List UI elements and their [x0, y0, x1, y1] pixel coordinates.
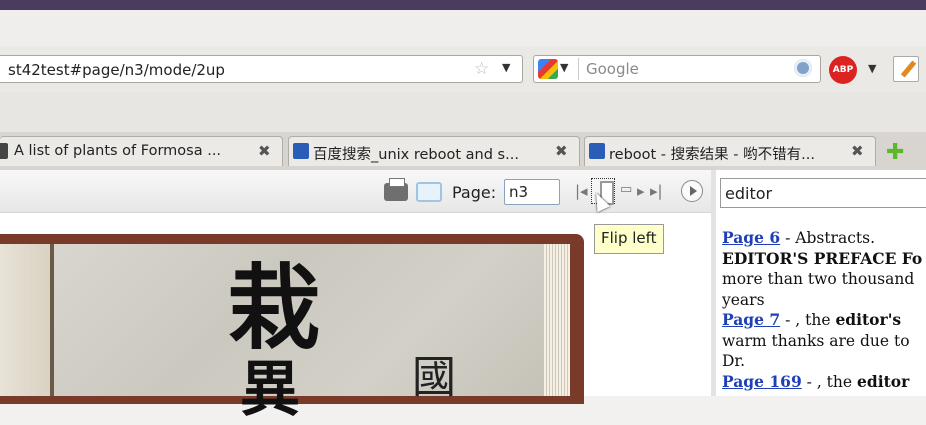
play-icon[interactable]	[681, 180, 703, 202]
search-results: Page 6 - Abstracts. EDITOR'S PREFACE Fo …	[722, 228, 926, 392]
url-bar[interactable]: st42test#page/n3/mode/2up ☆ ▼	[0, 55, 523, 83]
result-link[interactable]: Page 6	[722, 228, 780, 247]
page-label: Page:	[452, 183, 497, 202]
adblock-plus-icon[interactable]: ABP	[829, 56, 857, 84]
result-line: years	[722, 290, 765, 309]
result-highlight: editor	[857, 371, 910, 391]
result-item: Page 169 - , the editor	[722, 372, 926, 393]
result-item: Page 6 - Abstracts.	[722, 228, 926, 249]
engine-dropdown-icon[interactable]: ▼	[560, 61, 568, 74]
tab-title: reboot - 搜索结果 - 哟不错有...	[609, 147, 815, 163]
bookmark-star-icon[interactable]: ☆	[474, 59, 489, 79]
search-separator	[578, 58, 579, 80]
result-text: - , the	[801, 372, 857, 391]
result-link[interactable]: Page 169	[722, 372, 802, 391]
search-box[interactable]: ▼ Google	[533, 55, 821, 83]
edit-note-icon[interactable]	[893, 56, 919, 82]
result-link[interactable]: Page 7	[722, 310, 780, 329]
book-right-pages	[544, 244, 570, 396]
result-line: Dr.	[722, 352, 746, 370]
result-line: warm thanks are due to	[722, 331, 910, 350]
bookmarks-toolbar	[0, 92, 926, 133]
book-left-pages	[0, 244, 50, 396]
result-highlight: EDITOR'S PREFACE Fo	[722, 248, 923, 268]
tab-baidu-search[interactable]: 百度搜索_unix reboot and s... ✖	[288, 136, 580, 166]
result-line: EDITOR'S PREFACE Fo	[722, 249, 926, 270]
tab-plants-formosa[interactable]: A list of plants of Formosa ... ✖	[0, 136, 283, 166]
page-number-input[interactable]	[504, 179, 560, 205]
embed-icon[interactable]	[416, 182, 442, 202]
first-page-icon[interactable]: |◂	[575, 182, 588, 200]
result-text: - Abstracts.	[780, 229, 876, 247]
result-line: more than two thousand	[722, 270, 915, 288]
tab-title: 百度搜索_unix reboot and s...	[313, 147, 519, 163]
google-engine-icon[interactable]	[538, 59, 558, 79]
result-text: - , the	[780, 311, 836, 329]
page-favicon-icon	[0, 143, 8, 159]
flip-right-button[interactable]: ▭	[620, 182, 632, 197]
baidu-paw-icon	[293, 143, 309, 159]
baidu-paw-icon	[589, 143, 605, 159]
seal-char: 國	[412, 352, 456, 403]
tab-bar: A list of plants of Formosa ... ✖ 百度搜索_u…	[0, 132, 926, 171]
tab-reboot-results[interactable]: reboot - 搜索结果 - 哟不错有... ✖	[584, 136, 876, 166]
tab-title: A list of plants of Formosa ...	[14, 143, 222, 159]
menu-strip	[0, 10, 926, 46]
next-page-icon[interactable]: ▸	[637, 182, 645, 200]
result-item: Page 7 - , the editor's	[722, 310, 926, 331]
url-text: st42test#page/n3/mode/2up	[8, 61, 225, 79]
search-inside-input[interactable]	[720, 178, 926, 208]
close-tab-icon[interactable]: ✖	[851, 142, 864, 160]
close-tab-icon[interactable]: ✖	[258, 142, 271, 160]
result-highlight: editor's	[835, 310, 902, 329]
calligraphy-char: 栽	[228, 254, 321, 362]
url-dropdown-icon[interactable]: ▼	[502, 61, 510, 74]
print-icon[interactable]	[384, 178, 408, 201]
close-tab-icon[interactable]: ✖	[555, 142, 568, 160]
window-top-border	[0, 0, 926, 10]
flip-left-tooltip: Flip left	[594, 224, 664, 254]
search-icon[interactable]	[794, 59, 812, 77]
new-tab-plus-icon[interactable]: ✚	[886, 140, 904, 165]
last-page-icon[interactable]: ▸|	[650, 182, 663, 200]
adblock-dropdown-icon[interactable]: ▼	[868, 62, 876, 75]
calligraphy-char: 異	[240, 355, 300, 425]
search-placeholder: Google	[586, 60, 639, 78]
